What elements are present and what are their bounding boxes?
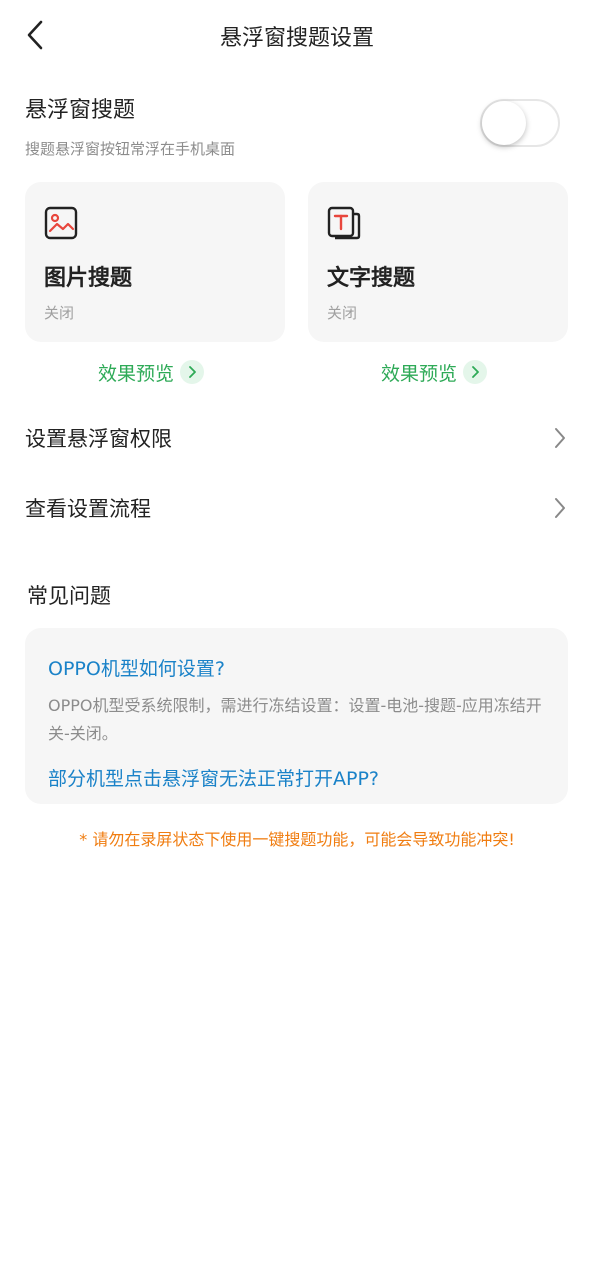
text-search-preview-link[interactable]: 效果预览 [381, 357, 488, 387]
menu-item-label: 查看设置流程 [25, 497, 151, 521]
page-title: 悬浮窗搜题设置 [219, 26, 374, 51]
image-search-title: 图片搜题 [44, 266, 133, 291]
floating-search-toggle[interactable] [480, 99, 560, 147]
chevron-right-icon [180, 360, 205, 384]
text-search-card[interactable]: 文字搜题 关闭 [308, 182, 568, 342]
chevron-right-icon [550, 426, 570, 450]
text-search-status: 关闭 [327, 304, 358, 322]
image-search-status: 关闭 [44, 304, 75, 322]
menu-item-label: 设置悬浮窗权限 [25, 427, 172, 451]
text-search-title: 文字搜题 [327, 266, 416, 291]
toggle-knob [482, 101, 526, 145]
faq-answer-oppo: OPPO机型受系统限制，需进行冻结设置：设置-电池-搜题-应用冻结开关-关闭。 [48, 696, 542, 743]
floating-search-title: 悬浮窗搜题 [25, 98, 136, 123]
image-icon [44, 206, 78, 240]
image-search-preview-link[interactable]: 效果预览 [98, 357, 205, 387]
preview-label: 效果预览 [98, 362, 175, 385]
preview-label: 效果预览 [381, 362, 458, 385]
warning-text: * 请勿在录屏状态下使用一键搜题功能，可能会导致功能冲突! [79, 830, 515, 849]
floating-search-description: 搜题悬浮窗按钮常浮在手机桌面 [25, 140, 236, 158]
text-icon [327, 206, 361, 240]
chevron-right-icon [463, 360, 488, 384]
chevron-right-icon [550, 496, 570, 520]
faq-question-oppo[interactable]: OPPO机型如何设置? [48, 654, 225, 681]
faq-box: OPPO机型如何设置? OPPO机型受系统限制，需进行冻结设置：设置-电池-搜题… [25, 628, 568, 804]
floating-search-setting: 悬浮窗搜题 搜题悬浮窗按钮常浮在手机桌面 [25, 90, 570, 170]
menu-item-floating-permission[interactable]: 设置悬浮窗权限 [25, 410, 570, 466]
header: 悬浮窗搜题设置 [0, 0, 594, 72]
menu-item-setup-process[interactable]: 查看设置流程 [25, 480, 570, 536]
image-search-card[interactable]: 图片搜题 关闭 [25, 182, 285, 342]
faq-question-cannot-open[interactable]: 部分机型点击悬浮窗无法正常打开APP? [48, 764, 379, 791]
faq-heading: 常见问题 [27, 584, 111, 608]
